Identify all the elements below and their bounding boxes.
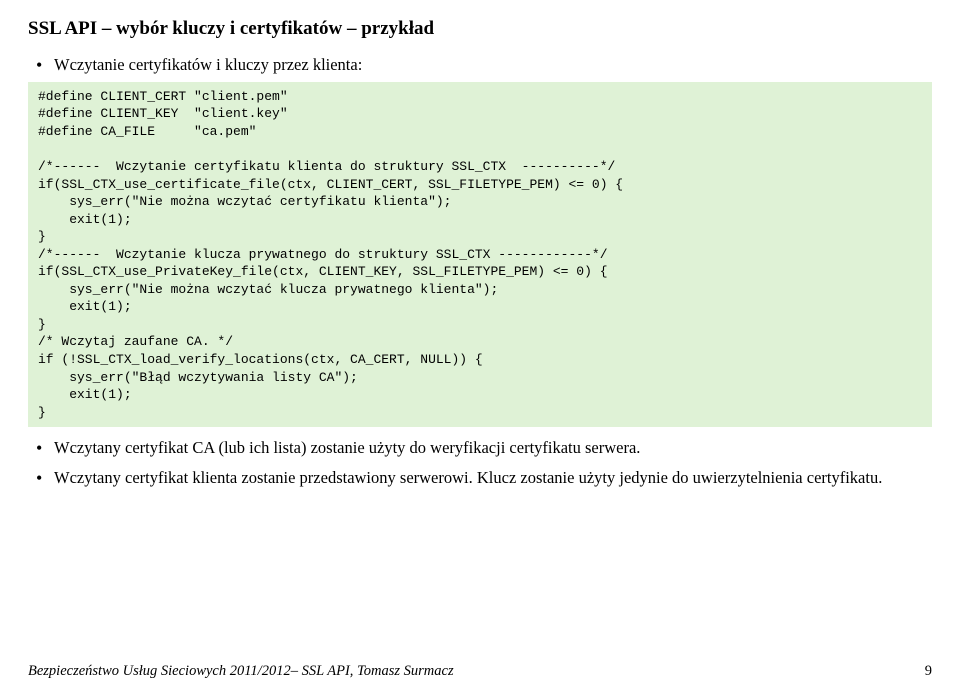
list-item: Wczytanie certyfikatów i kluczy przez kl…	[54, 54, 932, 427]
code-block: #define CLIENT_CERT "client.pem" #define…	[28, 82, 932, 427]
page-footer: Bezpieczeństwo Usług Sieciowych 2011/201…	[28, 663, 932, 680]
list-item: Wczytany certyfikat klienta zostanie prz…	[54, 467, 932, 489]
footer-left: Bezpieczeństwo Usług Sieciowych 2011/201…	[28, 663, 454, 680]
list-item: Wczytany certyfikat CA (lub ich lista) z…	[54, 437, 932, 459]
bullet-text: Wczytany certyfikat CA (lub ich lista) z…	[54, 438, 640, 457]
footer-page-number: 9	[925, 663, 932, 680]
page-title: SSL API – wybór kluczy i certyfikatów – …	[28, 18, 932, 40]
page: SSL API – wybór kluczy i certyfikatów – …	[0, 0, 960, 694]
bullet-list: Wczytanie certyfikatów i kluczy przez kl…	[28, 54, 932, 489]
bullet-text: Wczytanie certyfikatów i kluczy przez kl…	[54, 55, 362, 74]
bullet-text: Wczytany certyfikat klienta zostanie prz…	[54, 468, 882, 487]
